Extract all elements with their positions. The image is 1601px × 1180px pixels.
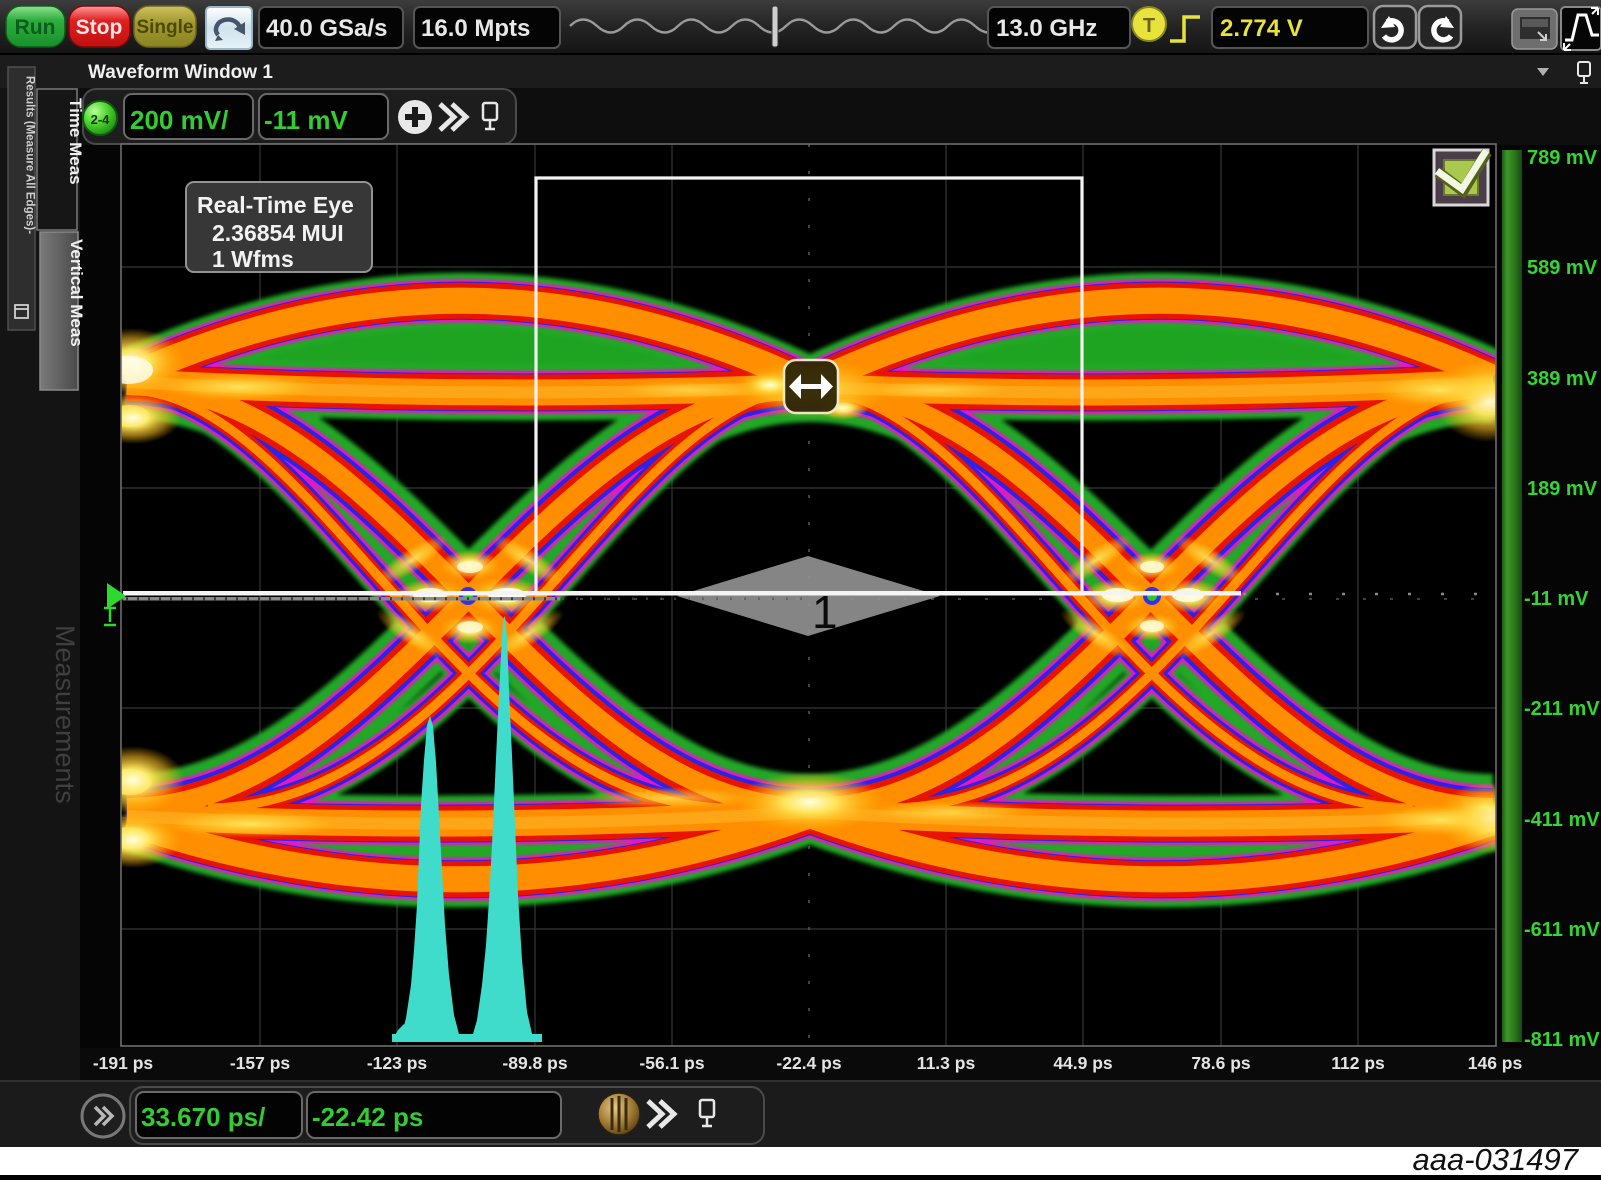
- svg-text:aaa-031497: aaa-031497: [1413, 1142, 1580, 1175]
- svg-text:Waveform Window 1: Waveform Window 1: [88, 62, 273, 83]
- svg-text:-22.4 ps: -22.4 ps: [776, 1053, 841, 1073]
- svg-text:-191 ps: -191 ps: [93, 1053, 154, 1073]
- svg-text:2-4: 2-4: [91, 112, 111, 127]
- svg-text:-157 ps: -157 ps: [230, 1053, 291, 1073]
- svg-text:-811 mV: -811 mV: [1524, 1029, 1600, 1051]
- svg-text:-22.42 ps: -22.42 ps: [312, 1102, 423, 1132]
- svg-text:-611 mV: -611 mV: [1524, 919, 1600, 941]
- svg-text:589 mV: 589 mV: [1527, 257, 1598, 279]
- svg-text:11.3 ps: 11.3 ps: [917, 1053, 976, 1073]
- svg-text:33.670 ps/: 33.670 ps/: [141, 1102, 265, 1132]
- svg-text:Vertical Meas: Vertical Meas: [67, 239, 86, 347]
- svg-text:-11 mV: -11 mV: [1524, 588, 1589, 610]
- svg-text:-11 mV: -11 mV: [264, 105, 348, 135]
- svg-text:-411 mV: -411 mV: [1524, 809, 1600, 831]
- svg-text:16.0 Mpts: 16.0 Mpts: [421, 15, 530, 42]
- svg-text:78.6 ps: 78.6 ps: [1191, 1053, 1251, 1073]
- svg-text:2.36854 MUI: 2.36854 MUI: [212, 220, 344, 246]
- svg-text:-89.8 ps: -89.8 ps: [502, 1053, 567, 1073]
- svg-text:-211 mV: -211 mV: [1524, 698, 1600, 720]
- svg-text:Real-Time Eye: Real-Time Eye: [197, 192, 354, 218]
- svg-text:1 Wfms: 1 Wfms: [212, 246, 294, 272]
- svg-text:189 mV: 189 mV: [1527, 478, 1598, 500]
- svg-text:Run: Run: [15, 16, 56, 39]
- svg-text:Single: Single: [136, 17, 193, 38]
- svg-text:112 ps: 112 ps: [1331, 1053, 1385, 1073]
- svg-text:Measurements: Measurements: [50, 625, 80, 804]
- svg-text:Stop: Stop: [76, 16, 123, 39]
- svg-text:-123 ps: -123 ps: [367, 1053, 428, 1073]
- svg-text:Results (Measure All Edges)-: Results (Measure All Edges)-: [24, 76, 36, 234]
- svg-text:44.9 ps: 44.9 ps: [1053, 1053, 1113, 1073]
- svg-text:200 mV/: 200 mV/: [130, 105, 228, 135]
- svg-text:T: T: [1143, 15, 1155, 37]
- svg-text:Time Meas: Time Meas: [66, 98, 85, 185]
- svg-text:2.774 V: 2.774 V: [1220, 15, 1303, 42]
- svg-text:40.0 GSa/s: 40.0 GSa/s: [266, 15, 387, 42]
- svg-text:789 mV: 789 mV: [1527, 147, 1598, 169]
- svg-text:13.0 GHz: 13.0 GHz: [996, 15, 1097, 42]
- svg-text:389 mV: 389 mV: [1527, 368, 1598, 390]
- svg-text:146 ps: 146 ps: [1468, 1053, 1523, 1073]
- svg-text:-56.1 ps: -56.1 ps: [639, 1053, 704, 1073]
